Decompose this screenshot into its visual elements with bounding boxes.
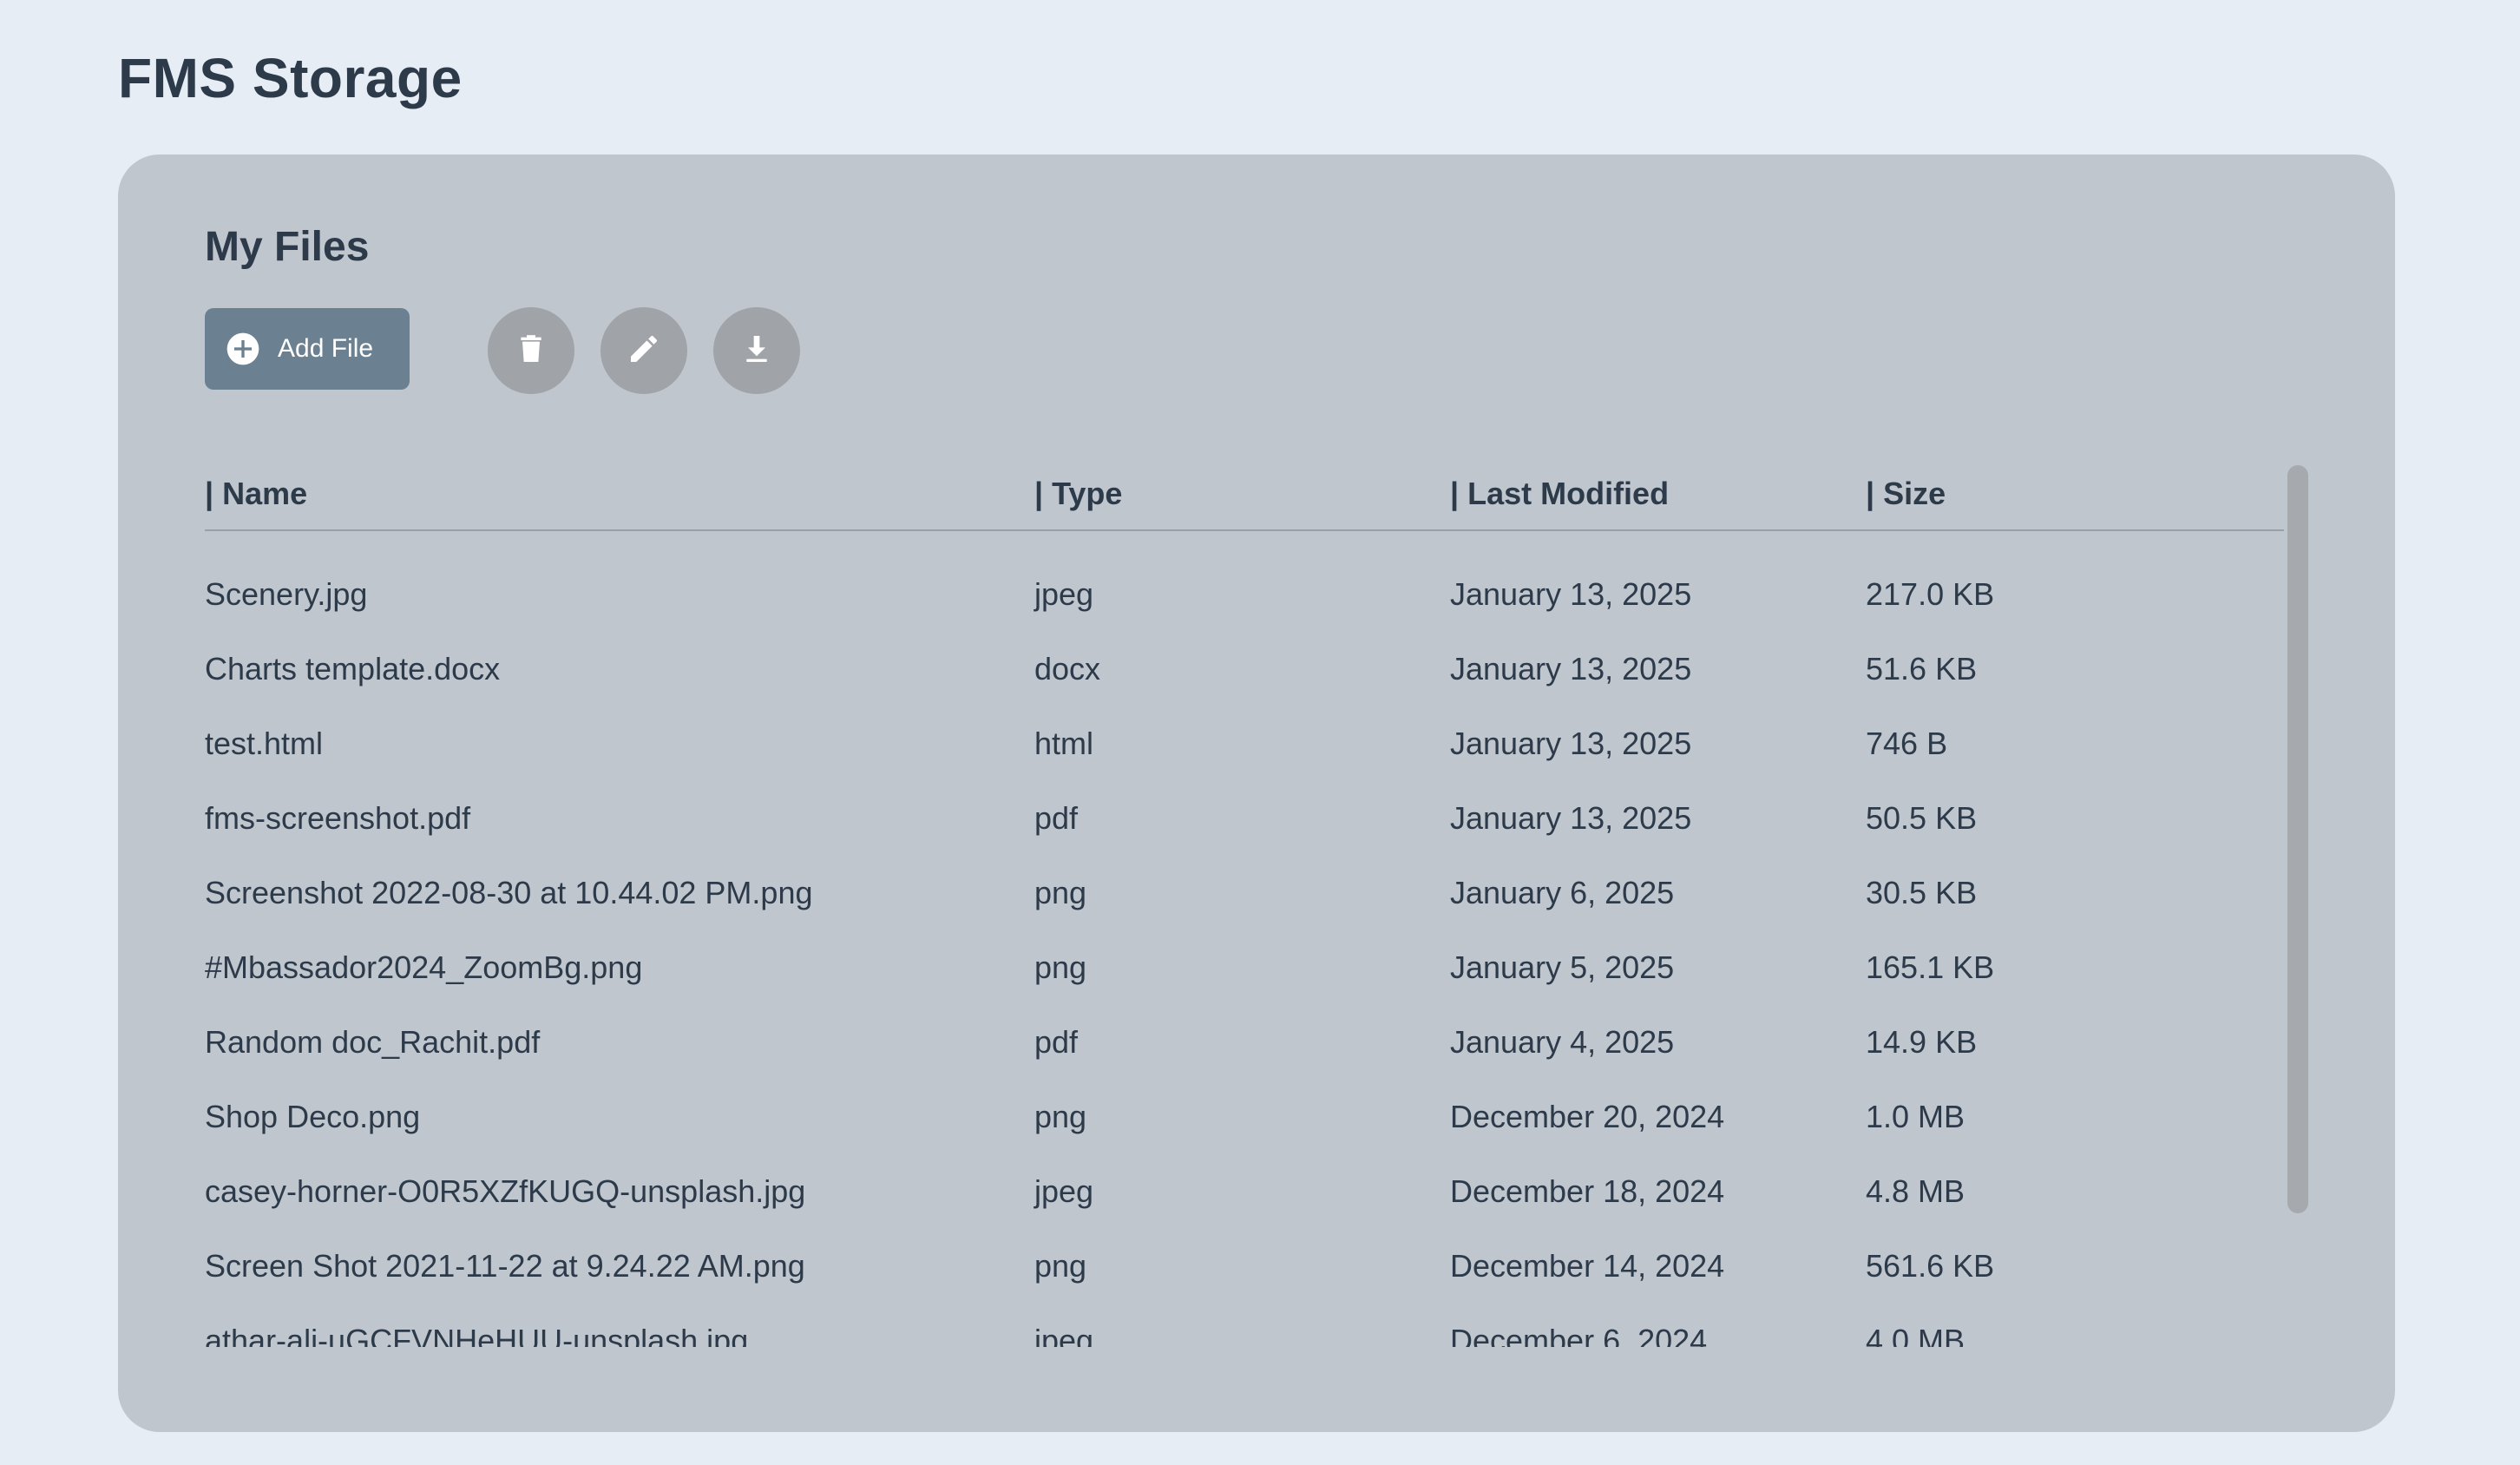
file-type: pdf bbox=[1034, 800, 1079, 836]
file-type: jpeg bbox=[1034, 1323, 1094, 1347]
file-type: jpeg bbox=[1034, 1173, 1094, 1209]
column-header-last-modified[interactable]: | Last Modified bbox=[1450, 476, 1669, 512]
table-row[interactable]: Shop Deco.png png December 20, 2024 1.0 … bbox=[205, 1080, 2284, 1154]
file-name: Shop Deco.png bbox=[205, 1099, 421, 1134]
table-row[interactable]: fms-screenshot.pdf pdf January 13, 2025 … bbox=[205, 781, 2284, 856]
table-row[interactable]: casey-horner-O0R5XZfKUGQ-unsplash.jpg jp… bbox=[205, 1154, 2284, 1229]
delete-button[interactable] bbox=[488, 307, 574, 394]
table-row[interactable]: Screenshot 2022-08-30 at 10.44.02 PM.png… bbox=[205, 856, 2284, 930]
file-name: Charts template.docx bbox=[205, 651, 501, 687]
table-scrollbar[interactable] bbox=[2287, 465, 2308, 1213]
file-last-modified: January 4, 2025 bbox=[1450, 1024, 1675, 1060]
file-size: 51.6 KB bbox=[1866, 651, 1978, 687]
file-size: 1.0 MB bbox=[1866, 1099, 1965, 1134]
file-last-modified: December 20, 2024 bbox=[1450, 1099, 1725, 1134]
file-type: pdf bbox=[1034, 1024, 1079, 1060]
panel-title: My Files bbox=[205, 224, 370, 270]
file-size: 217.0 KB bbox=[1866, 576, 1995, 612]
trash-icon bbox=[514, 332, 548, 371]
table-row[interactable]: Charts template.docx docx January 13, 20… bbox=[205, 632, 2284, 706]
edit-button[interactable] bbox=[600, 307, 687, 394]
file-name: fms-screenshot.pdf bbox=[205, 800, 471, 836]
add-file-button[interactable]: Add File bbox=[205, 308, 410, 390]
files-panel: My Files Add File | Name | Type | Last M… bbox=[118, 154, 2395, 1432]
file-type: docx bbox=[1034, 651, 1101, 687]
pencil-icon bbox=[627, 332, 661, 371]
table-row[interactable]: test.html html January 13, 2025 746 B bbox=[205, 706, 2284, 781]
file-type: png bbox=[1034, 949, 1087, 985]
file-size: 4.8 MB bbox=[1866, 1173, 1965, 1209]
file-name: Random doc_Rachit.pdf bbox=[205, 1024, 541, 1060]
table-row[interactable]: Scenery.jpg jpeg January 13, 2025 217.0 … bbox=[205, 557, 2284, 632]
table-body: Scenery.jpg jpeg January 13, 2025 217.0 … bbox=[205, 531, 2284, 1347]
download-button[interactable] bbox=[713, 307, 800, 394]
file-last-modified: January 13, 2025 bbox=[1450, 726, 1692, 761]
download-icon bbox=[739, 332, 774, 371]
file-name: athar-ali-uGCFVNHeHUU-unsplash.jpg bbox=[205, 1323, 749, 1347]
app-title: FMS Storage bbox=[118, 47, 463, 109]
file-name: #Mbassador2024_ZoomBg.png bbox=[205, 949, 643, 985]
table-row[interactable]: #Mbassador2024_ZoomBg.png png January 5,… bbox=[205, 930, 2284, 1005]
files-table: | Name | Type | Last Modified | Size Sce… bbox=[205, 458, 2284, 1347]
file-size: 561.6 KB bbox=[1866, 1248, 1995, 1284]
file-name: Screen Shot 2021-11-22 at 9.24.22 AM.png bbox=[205, 1248, 805, 1284]
file-name: Scenery.jpg bbox=[205, 576, 368, 612]
file-last-modified: December 18, 2024 bbox=[1450, 1173, 1725, 1209]
file-type: png bbox=[1034, 1099, 1087, 1134]
table-row[interactable]: Random doc_Rachit.pdf pdf January 4, 202… bbox=[205, 1005, 2284, 1080]
file-last-modified: January 13, 2025 bbox=[1450, 651, 1692, 687]
table-row[interactable]: athar-ali-uGCFVNHeHUU-unsplash.jpg jpeg … bbox=[205, 1304, 2284, 1347]
file-size: 50.5 KB bbox=[1866, 800, 1978, 836]
file-size: 165.1 KB bbox=[1866, 949, 1995, 985]
plus-circle-icon bbox=[226, 332, 260, 366]
table-row[interactable]: Screen Shot 2021-11-22 at 9.24.22 AM.png… bbox=[205, 1229, 2284, 1304]
file-name: test.html bbox=[205, 726, 324, 761]
file-type: html bbox=[1034, 726, 1094, 761]
file-last-modified: December 14, 2024 bbox=[1450, 1248, 1725, 1284]
add-file-label: Add File bbox=[278, 334, 374, 363]
column-header-type[interactable]: | Type bbox=[1034, 476, 1122, 512]
file-size: 4.0 MB bbox=[1866, 1323, 1965, 1347]
file-name: casey-horner-O0R5XZfKUGQ-unsplash.jpg bbox=[205, 1173, 806, 1209]
file-last-modified: December 6, 2024 bbox=[1450, 1323, 1708, 1347]
file-size: 746 B bbox=[1866, 726, 1948, 761]
file-last-modified: January 13, 2025 bbox=[1450, 800, 1692, 836]
column-header-name[interactable]: | Name bbox=[205, 476, 307, 512]
file-last-modified: January 5, 2025 bbox=[1450, 949, 1675, 985]
table-header: | Name | Type | Last Modified | Size bbox=[205, 458, 2284, 531]
file-last-modified: January 13, 2025 bbox=[1450, 576, 1692, 612]
file-type: jpeg bbox=[1034, 576, 1094, 612]
file-size: 30.5 KB bbox=[1866, 875, 1978, 910]
file-type: png bbox=[1034, 1248, 1087, 1284]
file-size: 14.9 KB bbox=[1866, 1024, 1978, 1060]
column-header-size[interactable]: | Size bbox=[1866, 476, 1946, 512]
file-type: png bbox=[1034, 875, 1087, 910]
file-last-modified: January 6, 2025 bbox=[1450, 875, 1675, 910]
file-name: Screenshot 2022-08-30 at 10.44.02 PM.png bbox=[205, 875, 813, 910]
